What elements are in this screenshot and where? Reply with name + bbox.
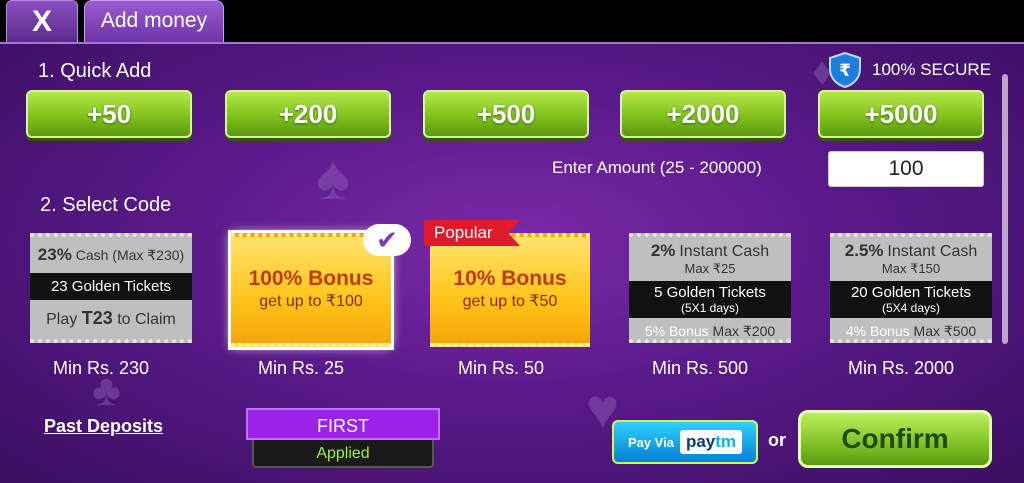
code-min-label: Min Rs. 50 [457, 358, 545, 378]
quick-add-200-button[interactable]: +200 [225, 90, 391, 138]
code-min-label: Min Rs. 25 [257, 358, 345, 378]
selected-check-icon: ✔ [363, 224, 411, 256]
code-title: 100% Bonus [248, 267, 374, 290]
quick-add-50-button[interactable]: +50 [26, 90, 192, 138]
code-pct: 23% [37, 245, 72, 264]
code-line2: Max ₹150 [881, 261, 941, 276]
tab-add-money[interactable]: Add money [84, 0, 224, 42]
code-card-2-5-instant[interactable]: 2.5% Instant Cash Max ₹150 20 Golden Tic… [830, 233, 992, 343]
paytm-logo-tm: tm [715, 432, 737, 451]
top-bar: X Add money [0, 0, 1024, 42]
pay-via-paytm-button[interactable]: Pay Via paytm [612, 420, 758, 464]
code-line2: Max ₹25 [684, 261, 736, 276]
code-foot-max: Max ₹500 [913, 323, 977, 339]
applied-code-name: FIRST [246, 408, 440, 440]
code-min-label: Min Rs. 230 [52, 358, 150, 378]
spade-decoration-icon: ♠ [316, 141, 350, 213]
confirm-button[interactable]: Confirm [798, 410, 992, 468]
amount-input[interactable]: 100 [828, 151, 984, 187]
code-claim-text: to Claim [117, 311, 176, 328]
code-min-label: Min Rs. 500 [651, 358, 749, 378]
svg-text:₹: ₹ [839, 61, 851, 81]
code-card-t23[interactable]: 23% Cash (Max ₹230) 23 Golden Tickets Pl… [30, 233, 192, 343]
quick-add-2000-button[interactable]: +2000 [620, 90, 786, 138]
code-band: 5 Golden Tickets [654, 284, 766, 301]
quick-add-heading: 1. Quick Add [38, 60, 152, 82]
code-line1: Cash (Max ₹230) [75, 247, 185, 263]
code-foot-bonus: 4% Bonus [845, 323, 910, 339]
popular-ribbon: Popular [424, 220, 520, 246]
code-foot-bonus: 5% Bonus [644, 323, 709, 339]
code-min-label: Min Rs. 2000 [847, 358, 955, 378]
code-line1: Instant Cash [679, 243, 770, 260]
code-card-2-instant[interactable]: 2% Instant Cash Max ₹25 5 Golden Tickets… [629, 233, 791, 343]
code-play-text: Play [46, 311, 78, 328]
code-card-10-bonus[interactable]: 10% Bonus get up to ₹50 [430, 233, 590, 347]
past-deposits-link[interactable]: Past Deposits [44, 416, 163, 437]
code-band: 20 Golden Tickets [850, 284, 972, 301]
code-subtitle: get up to ₹100 [259, 293, 363, 310]
secure-label: 100% SECURE [872, 60, 992, 79]
secure-badge: ₹ 100% SECURE [828, 52, 991, 88]
rupee-shield-icon: ₹ [829, 52, 861, 88]
quick-add-500-button[interactable]: +500 [423, 90, 589, 138]
code-subtitle: get up to ₹50 [462, 293, 558, 310]
code-band-sub: (5X1 days) [680, 301, 740, 315]
select-code-heading: 2. Select Code [40, 194, 172, 216]
paytm-prefix: Pay Via [627, 434, 674, 450]
applied-code-box[interactable]: FIRST Applied [246, 408, 440, 468]
code-band-sub: (5X4 days) [881, 301, 941, 315]
code-pct: 2% [650, 241, 676, 260]
add-money-panel: ♠ ♦ ♣ ♥ 1. Quick Add ₹ 100% SECURE +50 +… [0, 42, 1024, 483]
code-band: 23 Golden Tickets [30, 273, 192, 300]
paytm-logo-icon: paytm [679, 430, 743, 454]
code-title: 10% Bonus [453, 267, 567, 290]
close-button[interactable]: X [6, 0, 78, 42]
code-foot-max: Max ₹200 [712, 323, 776, 339]
code-play-code: T23 [81, 308, 113, 328]
paytm-logo-pay: pay [685, 432, 716, 451]
quick-add-5000-button[interactable]: +5000 [818, 90, 984, 138]
code-line1: Instant Cash [887, 243, 978, 260]
code-pct: 2.5% [844, 241, 884, 260]
or-label: or [768, 430, 786, 450]
applied-code-status: Applied [252, 440, 434, 468]
scrollbar[interactable] [1002, 74, 1008, 344]
enter-amount-label: Enter Amount (25 - 200000) [552, 158, 762, 177]
